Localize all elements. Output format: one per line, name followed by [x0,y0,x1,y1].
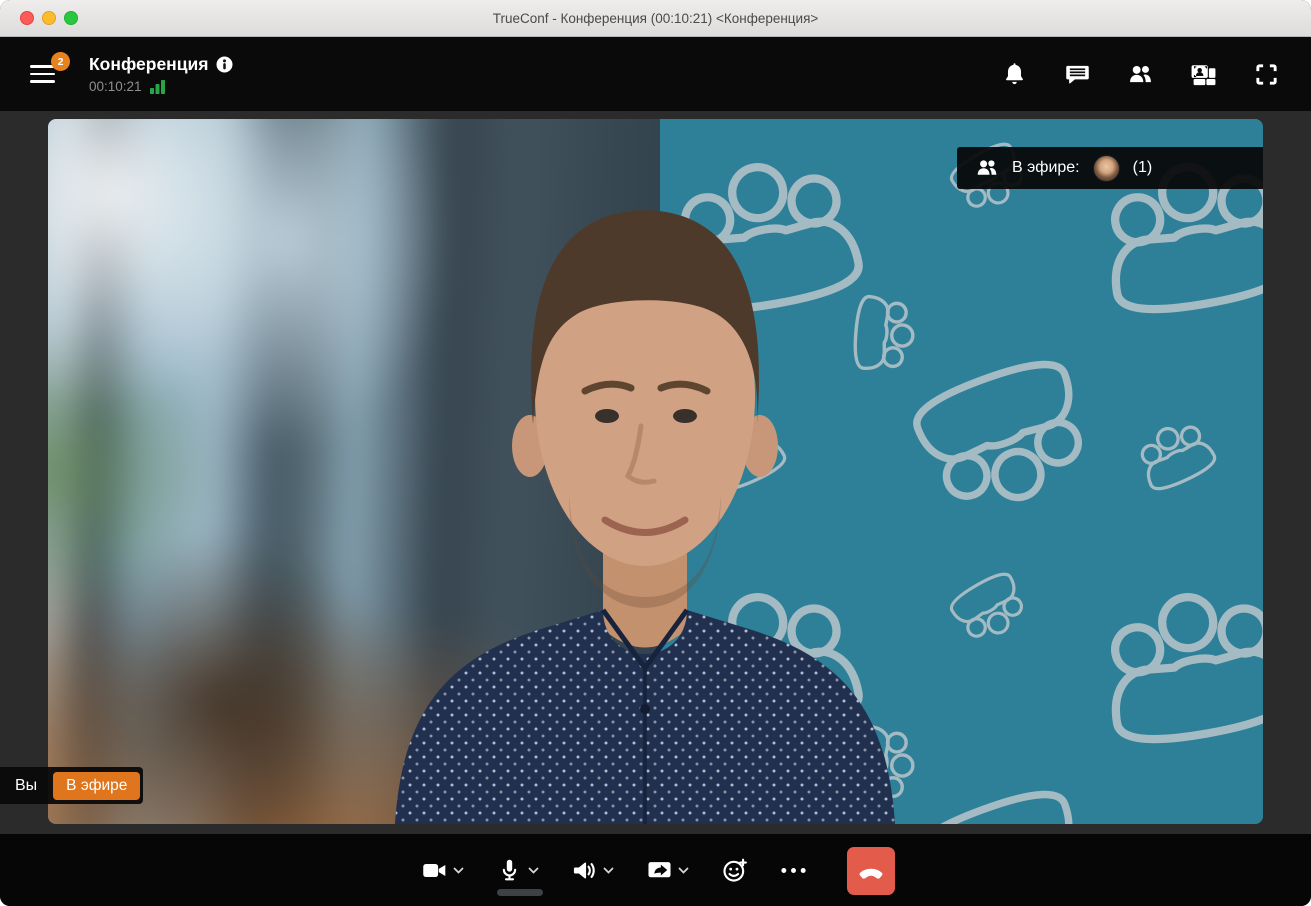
traffic-lights [20,11,78,25]
conference-timer: 00:10:21 [89,78,142,94]
trueconf-window: TrueConf - Конференция (00:10:21) <Конфе… [0,0,1311,906]
window-title: TrueConf - Конференция (00:10:21) <Конфе… [492,10,819,26]
ellipsis-icon [780,868,806,873]
mic-level-meter [496,889,543,896]
notification-count-badge: 2 [51,52,70,72]
speaker-person [395,210,895,824]
screen-share-options-chevron[interactable] [678,867,689,875]
chat-icon [1066,65,1089,83]
main-video-tile: В эфире: (1) [48,119,1263,824]
speaker-options-chevron[interactable] [603,867,614,875]
close-window-button[interactable] [20,11,34,25]
screen-share-button[interactable] [642,853,693,888]
zoom-window-button[interactable] [64,11,78,25]
microphone-options-chevron[interactable] [528,867,539,875]
hangup-phone-icon [859,868,882,879]
camera-button[interactable] [417,853,468,888]
reactions-button[interactable] [717,853,752,888]
minimize-window-button[interactable] [42,11,56,25]
live-participants-bar[interactable]: В эфире: (1) [957,147,1263,189]
speaker-button[interactable] [567,853,618,888]
conference-title: Конференция [89,53,209,74]
speaker-icon [573,862,595,879]
bell-icon [1006,62,1023,84]
hamburger-menu-button[interactable]: 2 [26,52,70,88]
info-icon[interactable] [216,56,233,73]
smiley-plus-icon [722,858,747,882]
live-participant-count: (1) [1132,159,1153,176]
call-controls-bar [0,834,1311,906]
live-bar-label: В эфире: [1012,159,1080,176]
self-status-label: Вы В эфире [0,767,144,804]
self-name: Вы [15,776,38,794]
camera-options-chevron[interactable] [453,867,464,875]
chat-button[interactable] [1061,58,1094,91]
video-stage: В эфире: (1) Вы В эфире [0,111,1311,834]
fullscreen-button[interactable] [1250,58,1283,91]
conference-info-block: Конференция 00:10:21 [89,54,233,95]
participant-avatar [1092,154,1120,182]
on-air-badge: В эфире [53,771,141,800]
participants-button[interactable] [1124,58,1157,91]
video-layout-button[interactable] [1187,58,1220,91]
video-layout-icon [1191,64,1216,85]
app-header: 2 Конференция 00:10:21 [0,37,1311,111]
microphone-button[interactable] [492,853,543,896]
participants-icon [1130,65,1151,82]
fullscreen-icon [1256,63,1277,85]
signal-strength-icon [149,79,165,94]
screen-share-icon [647,862,671,878]
hangup-button[interactable] [846,846,895,895]
participants-icon [977,160,997,175]
notifications-button[interactable] [998,58,1031,91]
camera-icon [422,863,445,878]
titlebar: TrueConf - Конференция (00:10:21) <Конфе… [0,0,1311,37]
microphone-icon [502,859,516,881]
more-options-button[interactable] [776,853,811,888]
header-icon-bar [998,58,1285,91]
hamburger-icon [30,65,55,83]
